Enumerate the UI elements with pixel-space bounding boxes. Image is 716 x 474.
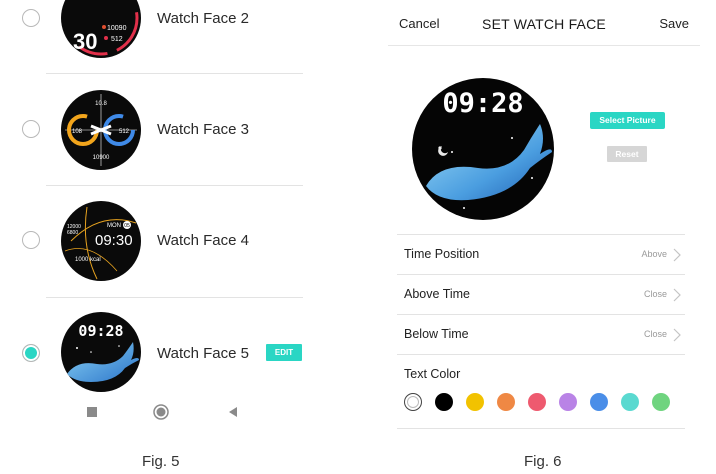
color-swatch[interactable]: [497, 393, 515, 411]
edit-button[interactable]: EDIT: [266, 344, 302, 361]
watch-face-row-4[interactable]: 12000 6800 MON 05 09:30 1000 kcal Watch …: [0, 186, 305, 298]
figure-caption: Fig. 6: [524, 453, 562, 470]
setting-value: Above: [641, 249, 667, 259]
radio-button[interactable]: [22, 120, 40, 138]
figure-caption: Fig. 5: [142, 453, 180, 470]
watch-face-label: Watch Face 2: [157, 10, 249, 27]
page-title: SET WATCH FACE: [482, 16, 606, 32]
save-button[interactable]: Save: [659, 16, 689, 31]
circle-home-icon[interactable]: [153, 404, 169, 420]
watch-face-2-thumbnail: 30 10090 512: [61, 0, 141, 58]
wf2-steps: 10090: [107, 25, 127, 32]
top-bar-divider: [388, 45, 700, 46]
section-divider: [397, 428, 685, 429]
watch-face-3-graphic: 10.8 108 512 10900: [65, 94, 137, 166]
wf2-big-number: 30: [73, 29, 97, 54]
color-swatch[interactable]: [621, 393, 639, 411]
setting-label: Above Time: [404, 287, 471, 301]
setting-value: Close: [643, 289, 667, 299]
text-color-label: Text Color: [404, 367, 461, 381]
watch-face-row-3[interactable]: 10.8 108 512 10900 Watch Face 3: [0, 74, 305, 186]
wf4-kcal: 1000 kcal: [75, 257, 101, 263]
watch-face-preview: 09:28: [412, 78, 554, 220]
triangle-back-icon[interactable]: [227, 406, 239, 418]
preview-graphic: 09:28: [426, 88, 552, 209]
wf4-time: 09:30: [95, 232, 133, 249]
color-swatch-selected[interactable]: [404, 393, 422, 411]
setting-below-time[interactable]: Below Time Close: [397, 314, 685, 354]
radio-button-selected[interactable]: [22, 344, 40, 362]
color-swatch[interactable]: [435, 393, 453, 411]
watch-face-row-5[interactable]: 09:28 Watch Face 5 EDIT: [0, 298, 305, 410]
wf2-heart-rate: 512: [111, 36, 123, 43]
setting-time-position[interactable]: Time Position Above: [397, 234, 685, 274]
watch-face-5-graphic: 09:28: [67, 322, 139, 382]
set-watch-face-screen: Cancel SET WATCH FACE Save 09:28 Select …: [388, 0, 700, 430]
wf5-time: 09:28: [78, 322, 123, 340]
color-swatch[interactable]: [559, 393, 577, 411]
watch-face-4-thumbnail: 12000 6800 MON 05 09:30 1000 kcal: [61, 201, 141, 281]
text-color-section: Text Color: [397, 354, 685, 428]
watch-face-5-thumbnail: 09:28: [61, 312, 141, 392]
select-picture-button[interactable]: Select Picture: [590, 112, 665, 129]
watch-face-2-graphic: 30 10090 512: [63, 0, 139, 56]
preview-time: 09:28: [442, 88, 523, 119]
watch-face-row-2[interactable]: 30 10090 512 Watch Face 2: [0, 0, 305, 74]
watch-face-list-screen: 30 10090 512 Watch Face 2 10.8 108 512 1…: [0, 0, 305, 430]
wf3-right-value: 512: [119, 129, 130, 135]
wf3-top-value: 10.8: [95, 101, 107, 107]
color-swatch[interactable]: [652, 393, 670, 411]
top-bar: Cancel SET WATCH FACE Save: [388, 0, 700, 46]
watch-face-label: Watch Face 3: [157, 121, 249, 138]
reset-button[interactable]: Reset: [607, 146, 647, 162]
watch-face-label: Watch Face 5: [157, 345, 249, 362]
color-swatch[interactable]: [590, 393, 608, 411]
chevron-right-icon: [673, 288, 681, 302]
square-recents-icon[interactable]: [86, 406, 98, 418]
radio-button[interactable]: [22, 9, 40, 27]
color-swatch[interactable]: [528, 393, 546, 411]
wf3-left-value: 108: [72, 129, 83, 135]
chevron-right-icon: [673, 248, 681, 262]
wf4-day: MON: [107, 223, 121, 229]
watch-face-3-thumbnail: 10.8 108 512 10900: [61, 90, 141, 170]
setting-label: Below Time: [404, 327, 469, 341]
watch-face-4-graphic: 12000 6800 MON 05 09:30 1000 kcal: [64, 206, 137, 280]
watch-face-label: Watch Face 4: [157, 232, 249, 249]
setting-label: Time Position: [404, 247, 480, 261]
radio-button[interactable]: [22, 231, 40, 249]
setting-above-time[interactable]: Above Time Close: [397, 274, 685, 314]
wf4-steps2: 6800: [67, 230, 78, 236]
navigation-bar: [0, 396, 305, 432]
wf4-date: 05: [124, 223, 130, 229]
setting-value: Close: [643, 329, 667, 339]
color-swatch[interactable]: [466, 393, 484, 411]
chevron-right-icon: [673, 328, 681, 342]
wf3-bottom-value: 10900: [93, 155, 110, 161]
